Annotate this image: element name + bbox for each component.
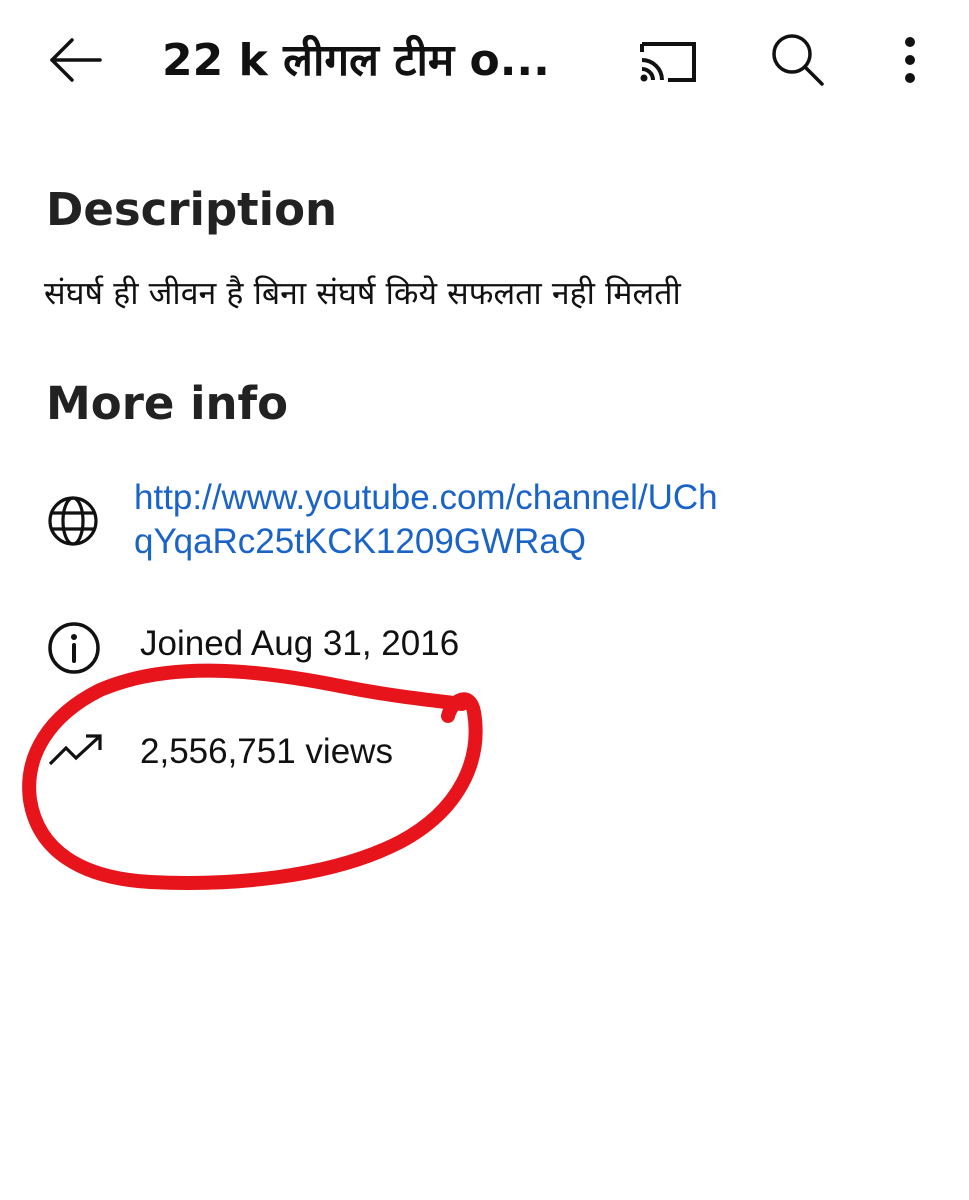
cast-icon	[640, 42, 696, 82]
arrow-left-icon	[50, 38, 102, 82]
search-icon	[772, 34, 824, 86]
joined-date: Joined Aug 31, 2016	[140, 624, 460, 663]
trending-up-icon	[48, 734, 102, 766]
back-button[interactable]	[44, 30, 104, 90]
top-app-bar: 22 k लीगल टीम o...	[0, 0, 969, 120]
info-icon	[48, 622, 100, 674]
globe-icon	[48, 496, 98, 546]
description-heading: Description	[46, 183, 338, 236]
total-views: 2,556,751 views	[140, 732, 393, 771]
red-annotation-circle	[22, 663, 483, 890]
cast-button[interactable]	[634, 30, 700, 90]
page-title: 22 k लीगल टीम o...	[162, 35, 550, 86]
more-options-button[interactable]	[890, 30, 930, 90]
channel-link[interactable]: http://www.youtube.com/channel/UChqYqaRc…	[134, 476, 734, 564]
search-button[interactable]	[766, 28, 828, 90]
description-text: संघर्ष ही जीवन है बिना संघर्ष किये सफलता…	[44, 274, 681, 312]
more-info-heading: More info	[46, 377, 289, 430]
more-vertical-icon	[905, 37, 915, 83]
